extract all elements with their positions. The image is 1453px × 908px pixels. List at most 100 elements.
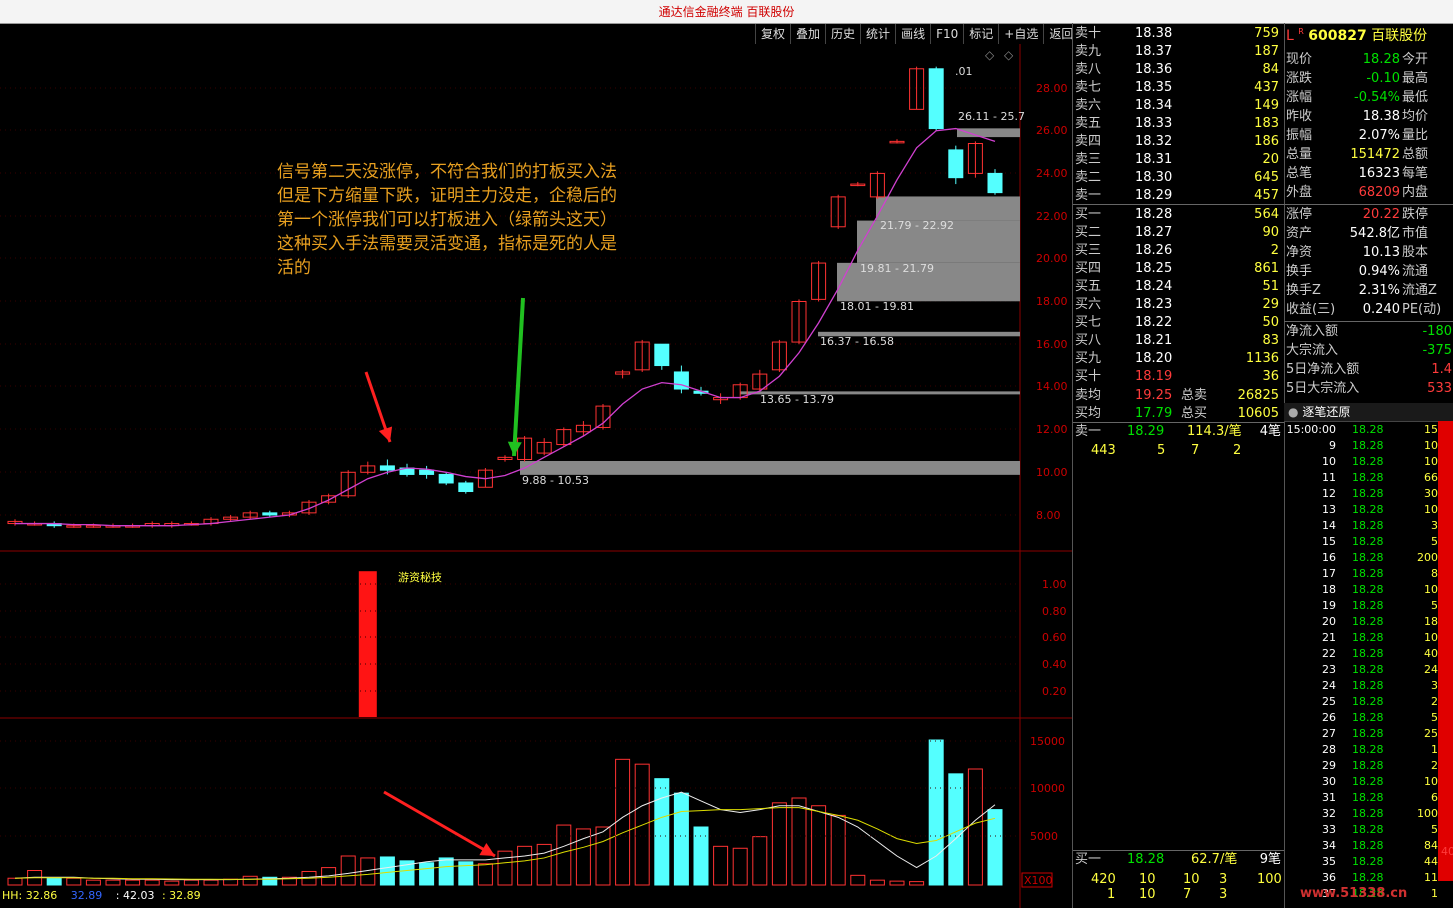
quote-row: 昨收 18.38 均价 (1284, 108, 1453, 126)
volume-bar (203, 879, 219, 886)
quote-label: 均价 (1402, 109, 1429, 124)
quote-label: 总额 (1402, 147, 1429, 162)
add-watchlist-button[interactable]: +自选 (998, 24, 1043, 44)
bid-price: 18.23 (1135, 297, 1173, 312)
tick-cell: 10 (1424, 439, 1438, 452)
flag-label: L (1286, 28, 1294, 44)
price-tick: 28.00 (1036, 82, 1068, 95)
stock-header: L R 600827 百联股份 (1286, 27, 1427, 45)
bid-price: 18.28 (1135, 207, 1173, 222)
indicator-tick: 0.20 (1042, 685, 1067, 698)
volume-bar (144, 879, 160, 886)
ask-label: 卖三 (1075, 152, 1102, 167)
quote-label: 涨停 (1286, 207, 1313, 222)
bid-price: 18.22 (1135, 315, 1173, 330)
volume-bar (850, 874, 866, 886)
quote-value: -0.10 (1366, 71, 1400, 86)
stat-value: : 32.89 (161, 889, 201, 902)
bottom-stats: HH: 32.86 32.89 : 42.03 : 32.89 (2, 889, 201, 902)
candle-body (654, 343, 670, 367)
tick-cell: 3 (1431, 519, 1438, 532)
tick-cell: 24 (1424, 663, 1438, 676)
chart-toolbar: 复权 叠加 历史 统计 画线 F10 标记 +自选 返回 (755, 24, 1078, 44)
quote-row: 外盘 68209 内盘 (1284, 184, 1453, 202)
quote-label: 流通 (1402, 264, 1429, 279)
volume-bar (497, 850, 513, 886)
tick-cell: 8 (1431, 567, 1438, 580)
tick-row: 16 18.28 200 (1284, 550, 1452, 566)
tick-row: 31 18.28 6 (1284, 790, 1452, 806)
volume-bar (46, 877, 62, 886)
ask-price: 18.38 (1135, 26, 1173, 41)
quote-label: 总笔 (1286, 166, 1313, 181)
tick-row: 14 18.28 3 (1284, 518, 1452, 534)
quote-row: 总量 151472 总额 (1284, 146, 1453, 164)
tick-row: 36 18.28 11 (1284, 870, 1452, 886)
ask-volume: 437 (1254, 80, 1279, 95)
quote-row: 振幅 2.07% 量比 (1284, 127, 1453, 145)
tick-cell: 100 (1417, 807, 1438, 820)
ask-price: 18.30 (1135, 170, 1173, 185)
tick-cell: 15 (1322, 535, 1336, 548)
bid-volume: 861 (1254, 261, 1279, 276)
tick-cell: 66 (1424, 471, 1438, 484)
ask-row: 卖八 18.36 84 (1073, 61, 1284, 79)
indicator-tick: 0.80 (1042, 605, 1067, 618)
tick-cell: 18.28 (1352, 855, 1384, 868)
tick-cell: 33 (1322, 823, 1336, 836)
price-tick: 10.00 (1036, 466, 1068, 479)
history-button[interactable]: 历史 (825, 24, 860, 44)
side-value: 40 (1441, 845, 1453, 858)
price-tick: 14.00 (1036, 380, 1068, 393)
tick-cell: 34 (1322, 839, 1336, 852)
ask-volume: 187 (1254, 44, 1279, 59)
tick-tab[interactable]: ● 逐笔还原 (1284, 403, 1453, 422)
ask-label: 卖二 (1075, 170, 1102, 185)
tick-cell: 18.28 (1352, 791, 1384, 804)
ask-volume: 645 (1254, 170, 1279, 185)
annotation-line: 这种买入手法需要灵活变通，指标是死的人是 (277, 234, 617, 254)
quote-label: 市值 (1402, 226, 1429, 241)
statistics-button[interactable]: 统计 (860, 24, 895, 44)
tick-row: 28 18.28 1 (1284, 742, 1452, 758)
ask-price: 18.36 (1135, 62, 1173, 77)
quote-row: 资产 542.8亿 市值 (1284, 225, 1453, 243)
bid-label: 买九 (1075, 351, 1102, 366)
tick-cell: 10 (1322, 455, 1336, 468)
tick-cell: 23 (1322, 663, 1336, 676)
flow-row: 净流入额 -180 (1284, 323, 1453, 341)
volume-bar (713, 845, 729, 886)
avg-label: 买均 (1075, 406, 1102, 421)
draw-line-button[interactable]: 画线 (895, 24, 930, 44)
price-tick: 26.00 (1036, 124, 1068, 137)
tick-row: 15 18.28 5 (1284, 534, 1452, 550)
restore-rights-button[interactable]: 复权 (755, 24, 790, 44)
support-zone (876, 196, 1020, 221)
green-arrow-head (507, 441, 522, 456)
book-divider (1073, 204, 1284, 205)
tick-cell: 18.28 (1352, 647, 1384, 660)
ask-price: 18.31 (1135, 152, 1173, 167)
ask-label: 卖九 (1075, 44, 1102, 59)
queue-volume: 1 (1107, 887, 1116, 902)
quote-row: 涨停 20.22 跌停 (1284, 206, 1453, 224)
avg-row: 买均 17.79 总买 10605 (1073, 405, 1284, 423)
mark-button[interactable]: 标记 (963, 24, 998, 44)
tick-cell: 9 (1329, 439, 1336, 452)
tick-cell: 35 (1322, 855, 1336, 868)
diamond-icon: ◇ (1004, 48, 1014, 62)
overlay-button[interactable]: 叠加 (790, 24, 825, 44)
ask-label: 卖四 (1075, 134, 1102, 149)
bid-price: 18.21 (1135, 333, 1173, 348)
ask-label: 卖十 (1075, 26, 1102, 41)
tick-cell: 18.28 (1352, 743, 1384, 756)
tick-cell: 6 (1431, 791, 1438, 804)
ask-row: 卖七 18.35 437 (1073, 79, 1284, 97)
stat-value: : 42.03 (115, 889, 155, 902)
quote-row: 总笔 16323 每笔 (1284, 165, 1453, 183)
tick-tab-label: 逐笔还原 (1302, 405, 1351, 419)
tick-row: 15:00:00 18.28 15 (1284, 422, 1452, 438)
candle-body (987, 172, 1003, 194)
f10-button[interactable]: F10 (930, 24, 963, 44)
tick-cell: 18.28 (1352, 503, 1384, 516)
